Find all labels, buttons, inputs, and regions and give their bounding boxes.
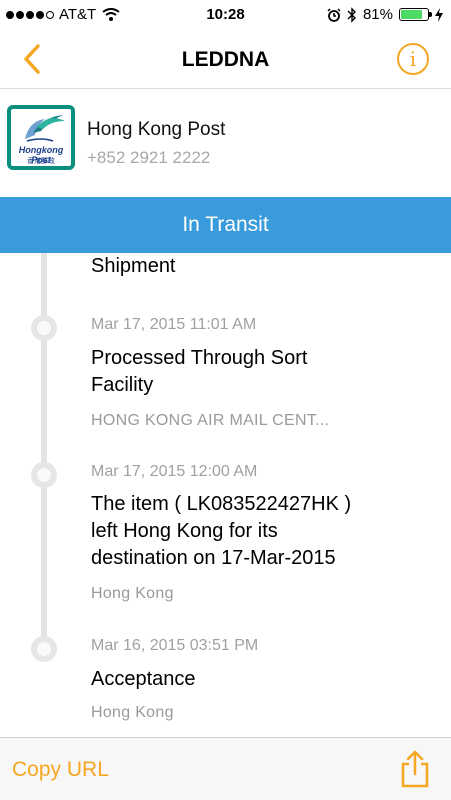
event-title: The item ( LK083522427HK ) left Hong Kon… (91, 493, 352, 569)
event-time: Mar 16, 2015 03:51 PM (91, 637, 259, 654)
battery-percent: 81% (362, 6, 393, 23)
bottom-toolbar: Copy URL (0, 737, 451, 800)
event-location: Hong Kong (91, 704, 174, 721)
bird-logo-icon (25, 115, 65, 142)
carrier-row[interactable]: Hongkong Post 香港郵政 Hong Kong Post +852 2… (0, 89, 451, 197)
logo-sub-label: 香港郵政 (27, 158, 55, 165)
battery-icon (399, 8, 432, 21)
charging-icon (435, 7, 443, 22)
page-title: LEDDNA (181, 48, 270, 71)
carrier-phone-link[interactable]: +852 2921 2222 (87, 148, 210, 168)
event-location: Hong Kong (91, 585, 174, 602)
timeline-node-icon (31, 462, 57, 488)
hongkong-post-logo: Hongkong Post 香港郵政 (7, 105, 75, 170)
bluetooth-icon (347, 6, 356, 23)
timeline-node-icon (31, 315, 57, 341)
status-bar: AT&T 10:28 81% (0, 0, 451, 32)
tracking-timeline[interactable]: Shipment Mar 17, 2015 11:01 AM Processed… (0, 253, 451, 737)
event-time: Mar 17, 2015 11:01 AM (91, 316, 257, 333)
copy-url-button[interactable]: Copy URL (12, 758, 109, 782)
event-title: Acceptance (91, 668, 196, 690)
navigation-bar: LEDDNA i (0, 32, 451, 89)
share-button[interactable] (399, 750, 431, 788)
tracking-status-banner: In Transit (0, 197, 451, 253)
timeline-node-icon (31, 636, 57, 662)
alarm-icon (327, 7, 341, 22)
share-icon (401, 750, 429, 788)
info-icon: i (409, 47, 417, 71)
info-button[interactable]: i (397, 43, 429, 75)
carrier-name-label: Hong Kong Post (87, 119, 226, 140)
status-right: 81% (327, 6, 443, 23)
event-time: Mar 17, 2015 12:00 AM (91, 463, 258, 480)
event-title: Shipment (91, 255, 176, 277)
event-location: HONG KONG AIR MAIL CENT... (91, 412, 330, 429)
timeline-line (41, 253, 47, 653)
event-title: Processed Through Sort Facility (91, 347, 308, 396)
